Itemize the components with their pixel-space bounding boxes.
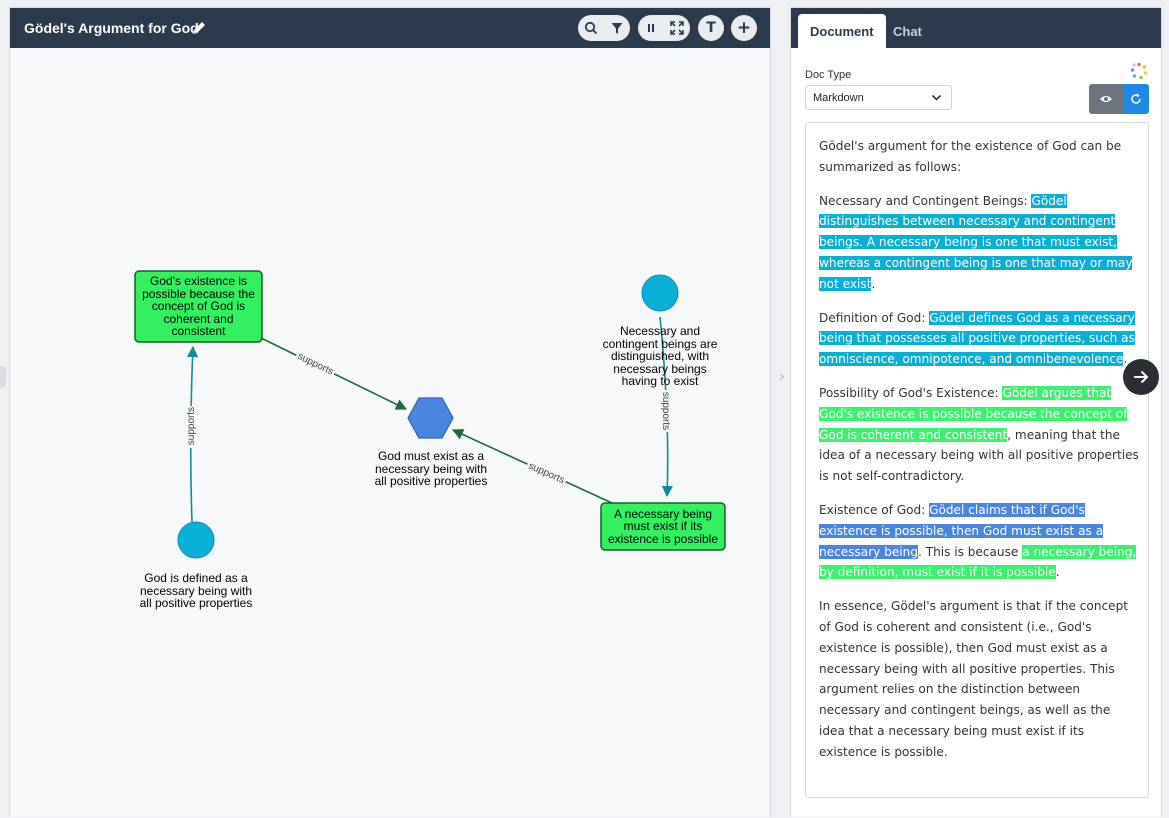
left-collapse-handle[interactable] (0, 366, 6, 388)
doc-paragraph-existence: Existence of God: Gödel claims that if G… (819, 500, 1140, 583)
node-conclusion-hexagon[interactable] (407, 397, 454, 439)
graph-canvas[interactable]: supports supports supports supports God'… (10, 48, 770, 818)
graph-svg: supports supports supports supports (134, 270, 726, 559)
node-conclusion-label: God must exist as a necessary being with… (374, 449, 488, 488)
node-possible-label: God's existence is possible because the … (142, 274, 255, 339)
doc-paragraph-definition: Definition of God: Gödel defines God as … (819, 308, 1140, 370)
text-button[interactable]: T (698, 15, 724, 41)
doc-p4-lead: Existence of God: (819, 502, 930, 517)
search-button[interactable] (578, 15, 604, 41)
loading-dots-icon (1130, 62, 1148, 80)
document-panel: Document Chat Doc Type Markdown Gödel's … (790, 7, 1162, 817)
eye-icon (1100, 96, 1112, 102)
pencil-icon[interactable] (191, 20, 207, 36)
preview-button[interactable] (1089, 84, 1123, 114)
edge-label-must-exist-to-conclusion: supports (527, 461, 567, 487)
refresh-button[interactable] (1123, 84, 1149, 114)
edge-label-necessary-to-must-exist: supports (660, 392, 671, 430)
node-necessary-label: Necessary and contingent beings are dist… (602, 324, 718, 388)
fit-screen-button[interactable] (664, 15, 690, 41)
edge-label-defined-to-possible: supports (186, 407, 197, 445)
graph-header: Gödel's Argument for God T + (10, 8, 770, 48)
doc-type-label: Doc Type (805, 69, 852, 81)
pause-button[interactable] (638, 15, 664, 41)
doc-p1-lead: Necessary and Contingent Beings: (819, 193, 1032, 208)
next-button[interactable] (1123, 359, 1159, 395)
node-defined-circle[interactable] (177, 521, 215, 559)
doc-intro: Gödel's argument for the existence of Go… (819, 139, 1122, 174)
search-icon (584, 21, 598, 35)
doc-p3-lead: Possibility of God's Existence: (819, 385, 1003, 400)
doc-p1-highlight[interactable]: Gödel distinguishes between necessary an… (819, 193, 1133, 291)
arrow-right-icon (1134, 370, 1149, 384)
add-node-button[interactable]: + (731, 15, 757, 41)
doc-p2-lead: Definition of God: (819, 310, 930, 325)
panel-splitter-chevron-icon[interactable]: › (774, 362, 790, 392)
filter-icon (611, 22, 623, 34)
chevron-down-icon (931, 94, 942, 101)
doc-p4-mid: . This is because (918, 544, 1023, 559)
graph-panel: Gödel's Argument for God T + supports su… (9, 7, 771, 817)
refresh-icon (1131, 93, 1141, 104)
doc-paragraph-possibility: Possibility of God's Existence: Gödel ar… (819, 383, 1140, 487)
tab-document[interactable]: Document (798, 14, 886, 48)
doc-type-select[interactable]: Markdown (805, 85, 952, 110)
pause-icon (648, 24, 654, 32)
doc-p1-tail: . (871, 276, 876, 291)
document-content: Gödel's argument for the existence of Go… (805, 122, 1149, 798)
search-filter-group (578, 15, 630, 41)
tab-bar: Document Chat (791, 8, 1161, 48)
node-necessary-circle[interactable] (641, 274, 679, 312)
node-defined-label: God is defined as a necessary being with… (139, 571, 253, 610)
doc-paragraph-necessary-contingent: Necessary and Contingent Beings: Gödel d… (819, 191, 1140, 295)
tab-chat[interactable]: Chat (881, 14, 934, 48)
node-must-exist-label: A necessary being must exist if its exis… (607, 506, 719, 546)
doc-type-value: Markdown (813, 91, 864, 104)
graph-title: Gödel's Argument for God (24, 20, 199, 36)
doc-p4-tail: . (1055, 565, 1060, 580)
edge-label-possible-to-conclusion: supports (296, 351, 335, 378)
layout-group (638, 15, 690, 41)
fit-screen-icon (670, 21, 684, 35)
filter-button[interactable] (604, 15, 630, 41)
doc-conclusion: In essence, Gödel's argument is that if … (819, 599, 1128, 759)
